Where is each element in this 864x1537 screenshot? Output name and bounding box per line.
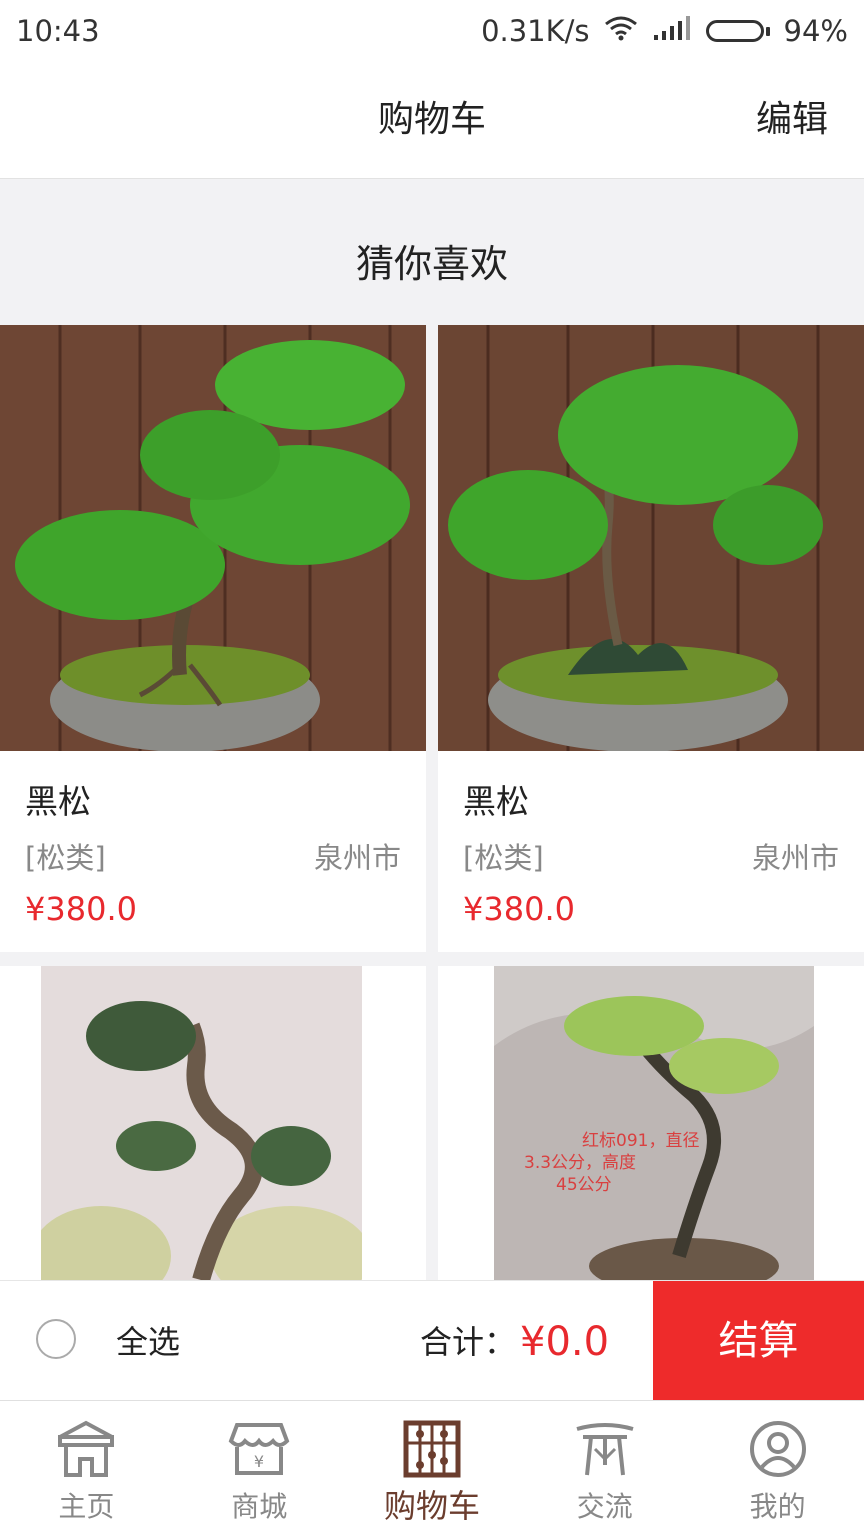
svg-text:¥: ¥ — [254, 1452, 264, 1471]
page-title: 购物车 — [377, 99, 486, 140]
tab-label: 我的 — [749, 1490, 806, 1523]
tab-shop[interactable]: ¥ 商城 — [173, 1401, 346, 1537]
community-icon — [576, 1423, 634, 1476]
battery-percent: 94% — [783, 14, 848, 48]
product-card[interactable] — [0, 966, 426, 1280]
tab-cart[interactable]: 购物车 — [346, 1401, 519, 1537]
select-all-label[interactable]: 全选 — [116, 1281, 180, 1403]
product-city: 泉州市 — [751, 841, 839, 875]
tab-community[interactable]: 交流 — [518, 1401, 691, 1537]
total-label: 合计： — [420, 1323, 517, 1361]
status-bar: 10:43 0.31K/s 94% — [0, 0, 864, 62]
product-photo — [41, 966, 362, 1280]
wifi-icon — [604, 14, 638, 48]
checkout-bar: 全选 合计： ¥0.0 结算 — [0, 1280, 864, 1401]
edit-button[interactable]: 编辑 — [756, 62, 828, 178]
nav-bar: 购物车 编辑 — [0, 62, 864, 179]
status-time: 10:43 — [16, 14, 100, 48]
product-card[interactable]: 黑松 [松类] 泉州市 ¥380.0 — [438, 325, 864, 952]
photo-overlay-line: 3.3公分，高度 — [524, 1153, 636, 1173]
tab-label: 购物车 — [383, 1487, 480, 1525]
total-amount: ¥0.0 — [520, 1319, 610, 1365]
profile-icon — [749, 1421, 806, 1477]
home-icon — [58, 1420, 115, 1477]
product-price: ¥380.0 — [463, 890, 575, 928]
product-category: [松类] — [463, 841, 544, 875]
signal-icon — [652, 14, 692, 48]
status-indicators: 0.31K/s 94% — [481, 14, 848, 48]
shop-icon: ¥ — [228, 1423, 290, 1475]
product-card[interactable]: 黑松 [松类] 泉州市 ¥380.0 — [0, 325, 426, 952]
product-name: 黑松 — [25, 782, 91, 821]
product-photo — [0, 325, 426, 751]
cart-abacus-icon — [403, 1420, 461, 1478]
tab-label: 主页 — [58, 1490, 115, 1523]
select-all-radio[interactable] — [36, 1319, 76, 1359]
recommend-header: 猜你喜欢 — [355, 242, 508, 286]
tab-profile[interactable]: 我的 — [691, 1401, 864, 1537]
product-photo: 红标091，直径 3.3公分，高度 45公分 — [494, 966, 814, 1280]
product-grid: 黑松 [松类] 泉州市 ¥380.0 黑松 [松类] 泉州市 ¥380.0 红标… — [0, 325, 864, 1280]
tab-home[interactable]: 主页 — [0, 1401, 173, 1537]
tab-label: 交流 — [576, 1490, 633, 1523]
product-card[interactable]: 红标091，直径 3.3公分，高度 45公分 — [438, 966, 864, 1280]
photo-overlay-line: 45公分 — [556, 1175, 612, 1195]
bottom-tab-bar: 主页 ¥ 商城 购物车 交流 我的 — [0, 1400, 864, 1537]
battery-icon — [705, 20, 770, 42]
tab-label: 商城 — [231, 1490, 288, 1523]
product-photo — [438, 325, 864, 751]
product-name: 黑松 — [463, 782, 529, 821]
photo-overlay-line: 红标091，直径 — [582, 1131, 699, 1151]
checkout-button[interactable]: 结算 — [653, 1281, 864, 1401]
product-price: ¥380.0 — [25, 890, 137, 928]
network-speed: 0.31K/s — [481, 14, 590, 48]
product-category: [松类] — [25, 841, 106, 875]
product-city: 泉州市 — [313, 841, 401, 875]
